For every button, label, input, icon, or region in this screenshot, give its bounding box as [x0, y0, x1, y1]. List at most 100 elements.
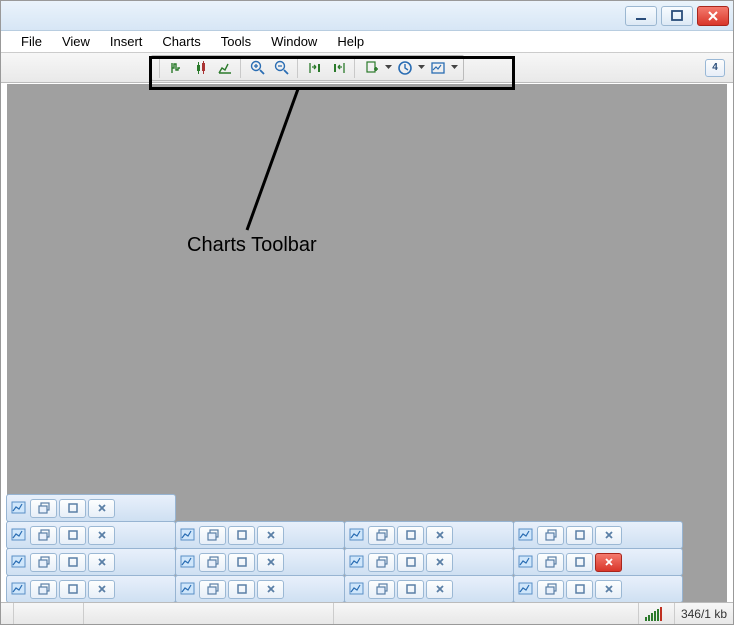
- templates-dropdown[interactable]: [450, 64, 459, 71]
- maximize-icon[interactable]: [397, 580, 424, 599]
- restore-icon[interactable]: [368, 526, 395, 545]
- charts-toolbar: [151, 55, 464, 81]
- minimized-windows-area: [7, 494, 683, 602]
- menu-view[interactable]: View: [52, 32, 100, 51]
- maximize-icon[interactable]: [397, 526, 424, 545]
- restore-icon[interactable]: [537, 580, 564, 599]
- restore-icon[interactable]: [199, 553, 226, 572]
- restore-icon[interactable]: [199, 580, 226, 599]
- close-icon[interactable]: [595, 553, 622, 572]
- maximize-icon[interactable]: [59, 499, 86, 518]
- workspace: Charts Toolbar: [7, 84, 727, 602]
- minimized-chart-window[interactable]: [6, 494, 176, 522]
- auto-scroll-icon[interactable]: [304, 57, 326, 79]
- minimized-chart-window[interactable]: [175, 575, 345, 603]
- minimized-chart-window[interactable]: [344, 521, 514, 549]
- maximize-icon[interactable]: [59, 580, 86, 599]
- minimized-chart-window[interactable]: [175, 521, 345, 549]
- maximize-icon[interactable]: [59, 553, 86, 572]
- menu-charts[interactable]: Charts: [152, 32, 210, 51]
- menu-tools[interactable]: Tools: [211, 32, 261, 51]
- separator: [297, 58, 300, 78]
- minimized-chart-window[interactable]: [513, 575, 683, 603]
- minimized-chart-window[interactable]: [344, 575, 514, 603]
- close-icon[interactable]: [426, 526, 453, 545]
- toolbar-grip[interactable]: [159, 58, 162, 78]
- indicators-dropdown[interactable]: [384, 64, 393, 71]
- minimized-chart-window[interactable]: [513, 548, 683, 576]
- maximize-icon[interactable]: [228, 526, 255, 545]
- title-bar: [1, 1, 733, 31]
- close-icon[interactable]: [88, 553, 115, 572]
- zoom-out-icon[interactable]: [271, 57, 293, 79]
- restore-icon[interactable]: [30, 553, 57, 572]
- menu-help[interactable]: Help: [327, 32, 374, 51]
- close-icon[interactable]: [426, 580, 453, 599]
- maximize-icon[interactable]: [566, 580, 593, 599]
- minimized-chart-window[interactable]: [513, 521, 683, 549]
- maximize-icon[interactable]: [566, 526, 593, 545]
- templates-icon[interactable]: [427, 57, 449, 79]
- maximize-icon[interactable]: [228, 553, 255, 572]
- restore-icon[interactable]: [368, 553, 395, 572]
- status-bar: 346/1 kb: [1, 602, 733, 624]
- chart-icon: [179, 553, 197, 571]
- indicators-icon[interactable]: [361, 57, 383, 79]
- chart-icon: [517, 553, 535, 571]
- close-icon[interactable]: [88, 499, 115, 518]
- bar-chart-icon[interactable]: [166, 57, 188, 79]
- minimized-chart-window[interactable]: [175, 548, 345, 576]
- periodicity-dropdown[interactable]: [417, 64, 426, 71]
- restore-icon[interactable]: [30, 580, 57, 599]
- connection-indicator: [638, 603, 674, 624]
- menu-insert[interactable]: Insert: [100, 32, 153, 51]
- toolbar-area: 4: [1, 53, 733, 83]
- restore-icon[interactable]: [199, 526, 226, 545]
- minimized-chart-window[interactable]: [6, 548, 176, 576]
- minimized-chart-window[interactable]: [6, 575, 176, 603]
- close-icon[interactable]: [88, 526, 115, 545]
- minimize-button[interactable]: [625, 6, 657, 26]
- close-icon[interactable]: [595, 580, 622, 599]
- candlestick-icon[interactable]: [190, 57, 212, 79]
- signal-bars-icon: [645, 607, 662, 621]
- minimized-chart-window[interactable]: [344, 548, 514, 576]
- restore-icon[interactable]: [30, 499, 57, 518]
- zoom-in-icon[interactable]: [247, 57, 269, 79]
- chart-icon: [10, 580, 28, 598]
- chart-icon: [179, 580, 197, 598]
- chart-icon: [517, 526, 535, 544]
- connection-speed: 346/1 kb: [674, 603, 733, 624]
- restore-icon[interactable]: [537, 553, 564, 572]
- line-chart-icon[interactable]: [214, 57, 236, 79]
- chart-shift-icon[interactable]: [328, 57, 350, 79]
- chart-icon: [517, 580, 535, 598]
- chart-icon: [10, 499, 28, 517]
- maximize-icon[interactable]: [566, 553, 593, 572]
- separator: [354, 58, 357, 78]
- chart-icon: [10, 553, 28, 571]
- close-icon[interactable]: [426, 553, 453, 572]
- maximize-icon[interactable]: [397, 553, 424, 572]
- periodicity-icon[interactable]: [394, 57, 416, 79]
- maximize-button[interactable]: [661, 6, 693, 26]
- close-icon[interactable]: [595, 526, 622, 545]
- notifications-badge[interactable]: 4: [705, 59, 725, 77]
- menu-window[interactable]: Window: [261, 32, 327, 51]
- minimized-chart-window[interactable]: [6, 521, 176, 549]
- restore-icon[interactable]: [537, 526, 564, 545]
- close-icon[interactable]: [257, 580, 284, 599]
- menu-file[interactable]: File: [11, 32, 52, 51]
- chart-icon: [348, 580, 366, 598]
- maximize-icon[interactable]: [228, 580, 255, 599]
- close-icon[interactable]: [257, 553, 284, 572]
- chart-icon: [348, 526, 366, 544]
- close-icon[interactable]: [257, 526, 284, 545]
- restore-icon[interactable]: [30, 526, 57, 545]
- annotation-label: Charts Toolbar: [187, 234, 317, 257]
- close-icon[interactable]: [88, 580, 115, 599]
- restore-icon[interactable]: [368, 580, 395, 599]
- close-button[interactable]: [697, 6, 729, 26]
- menu-bar: File View Insert Charts Tools Window Hel…: [1, 31, 733, 53]
- maximize-icon[interactable]: [59, 526, 86, 545]
